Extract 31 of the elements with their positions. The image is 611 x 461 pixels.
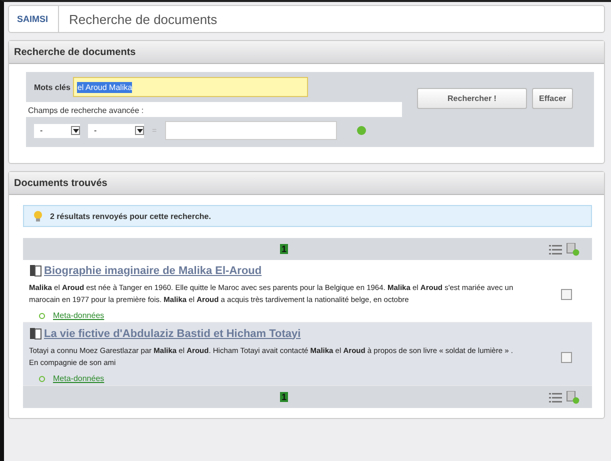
page-title: Recherche de documents [68, 12, 218, 26]
select-checkbox[interactable] [561, 288, 572, 300]
select-checkbox[interactable] [561, 352, 572, 362]
advanced-label: Champs de recherche avancée : [27, 105, 145, 117]
result-title-link[interactable]: La vie fictive d'Abdulaziz Bastid et Hicham Totayi [44, 328, 301, 340]
logo-tab[interactable]: SAIMSI [9, 6, 60, 32]
info-message: 2 résultats renvoyés pour cette recherche. [50, 212, 211, 220]
document-add-icon[interactable] [566, 242, 580, 256]
bullet-icon [39, 312, 45, 318]
field-dropdown[interactable]: - [34, 124, 80, 138]
lightbulb-icon [32, 210, 44, 222]
document-icon [29, 327, 42, 340]
equals-sign: = [152, 126, 157, 135]
list-icon[interactable] [549, 392, 562, 402]
panel-title: Recherche de documents [14, 46, 136, 58]
result-title-link[interactable]: Biographie imaginaire de Malika El-Aroud [44, 264, 262, 276]
page-link[interactable]: 1 [280, 392, 288, 402]
search-button[interactable]: Rechercher ! [417, 88, 527, 109]
add-icon[interactable] [356, 126, 366, 135]
value-field[interactable] [164, 121, 337, 140]
clear-button[interactable]: Effacer [532, 88, 574, 109]
document-icon [29, 264, 42, 277]
metadata-link[interactable]: Meta-données [53, 374, 104, 383]
bullet-icon [39, 376, 45, 382]
document-add-icon[interactable] [566, 390, 580, 404]
list-icon[interactable] [549, 244, 562, 254]
operator-dropdown[interactable]: - [88, 124, 144, 138]
keywords-label: Mots clés [34, 82, 70, 92]
panel-title: Documents trouvés [14, 178, 108, 188]
metadata-link[interactable]: Meta-données [53, 311, 104, 320]
page-link[interactable]: 1 [280, 244, 288, 254]
